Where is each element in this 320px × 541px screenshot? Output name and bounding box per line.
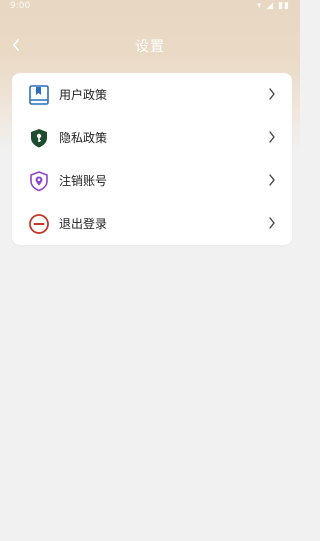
settings-item-label: 退出登录 <box>59 217 108 231</box>
settings-item-label: 用户政策 <box>59 88 108 102</box>
minus-circle-icon <box>28 213 50 235</box>
settings-item-label: 隐私政策 <box>59 131 108 145</box>
settings-item-logout[interactable]: 退出登录 <box>12 202 292 245</box>
chevron-right-icon <box>269 217 275 229</box>
status-bar: 9:00 ▾ ◢ ▮▮ <box>0 0 300 12</box>
settings-item-privacy-policy[interactable]: 隐私政策 <box>12 116 292 159</box>
chevron-right-icon <box>269 174 275 186</box>
settings-card: 用户政策 隐私政策 注销账号 退出登录 <box>12 73 292 245</box>
shield-lock-icon <box>28 127 50 149</box>
status-indicators: ▾ ◢ ▮▮ <box>256 1 290 11</box>
settings-item-label: 注销账号 <box>59 174 108 188</box>
settings-item-deactivate-account[interactable]: 注销账号 <box>12 159 292 202</box>
chevron-right-icon <box>269 131 275 143</box>
settings-item-user-policy[interactable]: 用户政策 <box>12 73 292 116</box>
nav-bar: 设置 <box>0 28 300 64</box>
book-icon <box>28 84 50 106</box>
status-time: 9:00 <box>10 1 31 11</box>
chevron-right-icon <box>269 88 275 100</box>
page-title: 设置 <box>135 39 165 55</box>
shield-location-icon <box>28 170 50 192</box>
